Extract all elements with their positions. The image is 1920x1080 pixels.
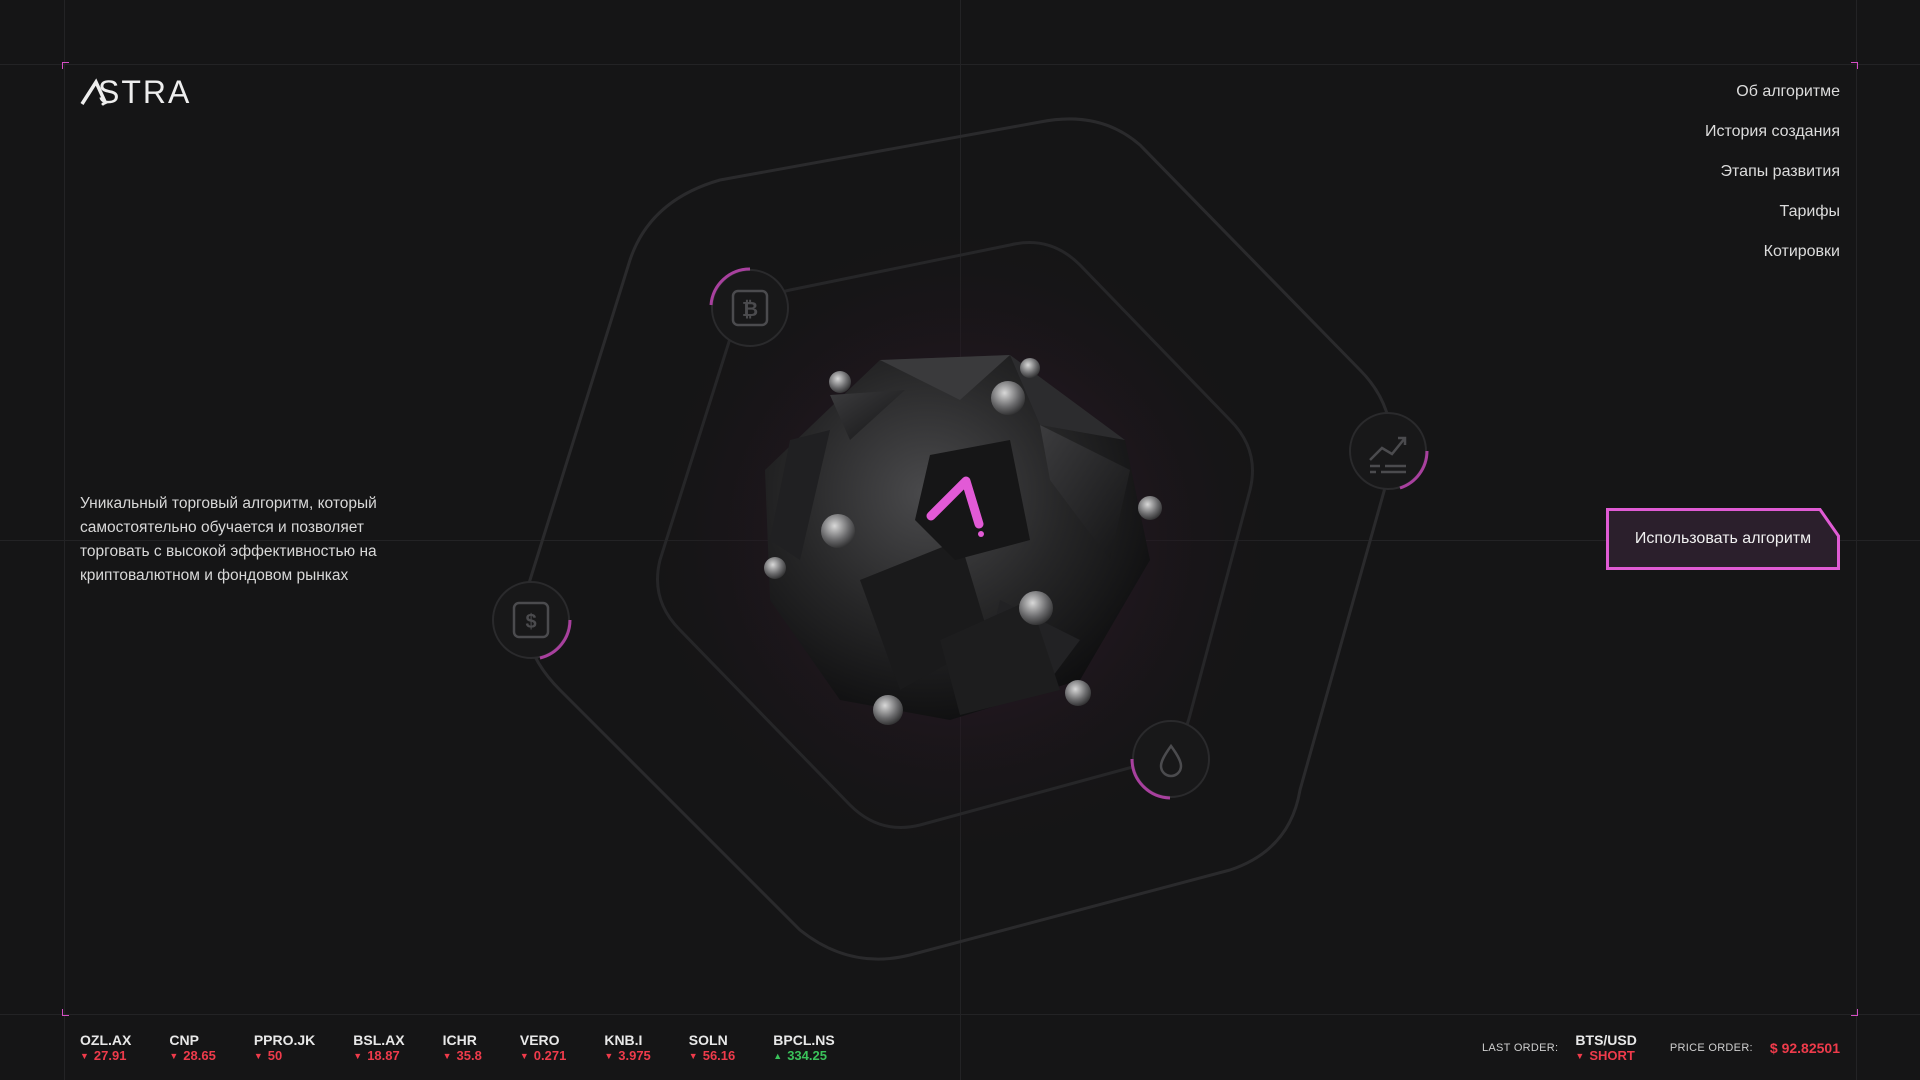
- ticker-item[interactable]: KNB.I ▼ 3.975: [604, 1032, 650, 1064]
- nav-item-pricing[interactable]: Тарифы: [1705, 202, 1840, 242]
- price-order-label: PRICE ORDER:: [1669, 1042, 1753, 1054]
- nav-item-quotes[interactable]: Котировки: [1705, 242, 1840, 282]
- last-order-label: LAST ORDER:: [1481, 1042, 1559, 1054]
- ticker-item[interactable]: ICHR ▼ 35.8: [443, 1032, 482, 1064]
- ticker-symbol: BPCL.NS: [773, 1032, 835, 1048]
- hero-description: Уникальный торговый алгоритм, который са…: [80, 495, 377, 584]
- ticker-item[interactable]: SOLN ▼ 56.16: [689, 1032, 735, 1064]
- order-price: $ 92.82501: [1769, 1040, 1840, 1056]
- ticker-value: ▼ 28.65: [169, 1048, 216, 1063]
- quotes-ticker: OZL.AX ▼ 27.91 CNP ▼ 28.65 PPRO.JK ▼ 50 BSL…: [80, 1032, 873, 1064]
- ticker-value: ▼ 56.16: [688, 1048, 736, 1063]
- ticker-item[interactable]: VERO ▼ 0.271: [520, 1032, 566, 1064]
- arrow-down-icon: ▼: [519, 1051, 529, 1061]
- ticker-value: ▼ 0.271: [519, 1048, 567, 1063]
- arrow-down-icon: ▼: [80, 1051, 89, 1061]
- nav-item-about[interactable]: Об алгоритме: [1705, 82, 1840, 122]
- arrow-down-icon: ▼: [1575, 1051, 1585, 1061]
- ticker-item[interactable]: BPCL.NS ▲ 334.25: [773, 1032, 834, 1064]
- ticker-symbol: PPRO.JK: [253, 1032, 316, 1048]
- arrow-down-icon: ▼: [688, 1051, 698, 1061]
- nav-item-history[interactable]: История создания: [1705, 122, 1840, 162]
- cta-label: Использовать алгоритм: [1634, 530, 1812, 547]
- ticker-value: ▼ 35.8: [442, 1048, 482, 1063]
- ticker-item[interactable]: BSL.AX ▼ 18.87: [353, 1032, 404, 1064]
- ticker-value: ▼ 50: [253, 1048, 283, 1063]
- brand-name: STRA: [98, 74, 192, 110]
- last-order-pair: BTS/USD ▼ SHORT: [1575, 1032, 1636, 1064]
- ticker-value: ▼ 27.91: [80, 1048, 127, 1063]
- order-side: ▼ SHORT: [1575, 1048, 1635, 1063]
- ticker-value: ▲ 334.25: [773, 1048, 827, 1063]
- ticker-symbol: KNB.I: [604, 1032, 643, 1048]
- ticker-item[interactable]: OZL.AX ▼ 27.91: [80, 1032, 131, 1064]
- arrow-down-icon: ▼: [442, 1051, 452, 1061]
- ticker-symbol: SOLN: [688, 1032, 728, 1048]
- ticker-symbol: ICHR: [442, 1032, 477, 1048]
- arrow-up-icon: ▲: [773, 1051, 783, 1061]
- nav-item-stages[interactable]: Этапы развития: [1705, 162, 1840, 202]
- arrow-down-icon: ▼: [604, 1051, 614, 1061]
- use-algorithm-button[interactable]: Использовать алгоритм: [1606, 508, 1840, 570]
- arrow-down-icon: ▼: [253, 1051, 263, 1061]
- ticker-symbol: OZL.AX: [80, 1032, 132, 1048]
- arrow-down-icon: ▼: [353, 1051, 363, 1061]
- main-nav: Об алгоритме История создания Этапы разв…: [1705, 82, 1840, 282]
- last-order-panel: LAST ORDER: BTS/USD ▼ SHORT PRICE ORDER: …: [1482, 1032, 1840, 1064]
- order-pair: BTS/USD: [1575, 1032, 1637, 1048]
- arrow-down-icon: ▼: [169, 1051, 179, 1061]
- ticker-value: ▼ 18.87: [353, 1048, 400, 1063]
- ticker-symbol: VERO: [519, 1032, 560, 1048]
- ticker-item[interactable]: PPRO.JK ▼ 50: [254, 1032, 315, 1064]
- ticker-symbol: BSL.AX: [353, 1032, 405, 1048]
- ticker-symbol: CNP: [169, 1032, 199, 1048]
- ticker-item[interactable]: CNP ▼ 28.65: [169, 1032, 215, 1064]
- ticker-value: ▼ 3.975: [604, 1048, 651, 1063]
